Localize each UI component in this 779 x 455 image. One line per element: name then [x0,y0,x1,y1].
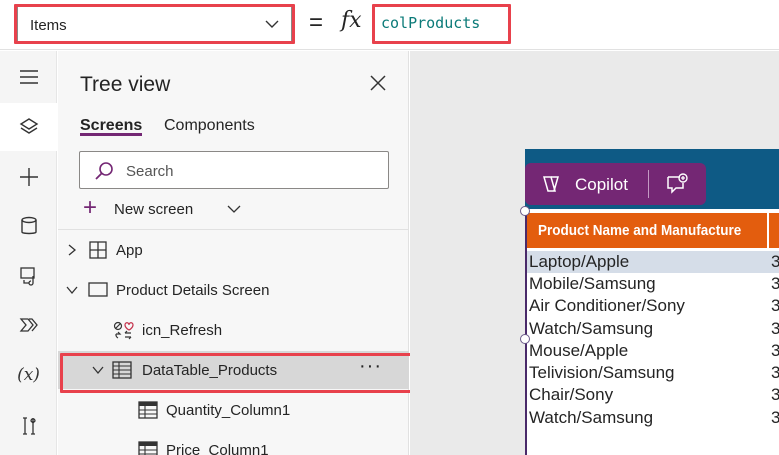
chevron-down-icon [92,366,104,375]
tree-view-panel: Tree view Screens Components Search + Ne… [58,51,419,455]
table-cell: Chair/Sony [529,385,614,404]
table-row[interactable]: Mobile/Samsung 3 [527,273,779,295]
table-row[interactable]: Air Conditioner/Sony 3 [527,295,779,317]
screen-icon [88,282,108,297]
plus-icon: + [83,194,98,221]
tree-node-label: DataTable_Products [142,362,278,379]
table-row[interactable]: Watch/Samsung 3 [527,318,779,340]
table-cell: Air Conditioner/Sony [529,296,685,315]
tab-components[interactable]: Components [164,117,255,135]
table-header: Product Name and Manufacture [527,213,767,248]
left-rail: (x) [0,51,57,455]
search-icon [95,162,113,180]
search-placeholder: Search [126,163,174,180]
table-row[interactable]: Watch/Samsung 3 [527,407,779,429]
chevron-down-icon [66,286,78,295]
table-header-next-column [769,213,779,248]
tree-node-label: Product Details Screen [116,282,270,299]
fx-icon: fx [341,8,362,33]
table-cell: 3 [771,319,779,338]
app-canvas: Copilot Product Name and Manufacture Lap… [410,51,779,455]
table-cell: Mobile/Samsung [529,274,656,293]
database-icon[interactable] [0,202,57,250]
chat-add-icon[interactable] [665,172,689,196]
tree-node-label: Price_Column1 [166,442,269,455]
app-icon [89,241,107,259]
media-icon[interactable] [0,251,57,299]
tree-node-icn-refresh[interactable]: icn_Refresh [58,311,409,349]
copilot-button[interactable]: Copilot [525,163,706,205]
tree-node-app[interactable]: App [58,231,409,269]
tree-node-label: Quantity_Column1 [166,402,291,419]
copilot-label: Copilot [575,175,628,194]
formula-bar: Items = fx colProducts [0,0,779,50]
copilot-icon [543,176,559,192]
tree-node-product-details-screen[interactable]: Product Details Screen [58,271,409,309]
hamburger-icon[interactable] [0,53,57,101]
table-row[interactable]: Laptop/Apple 3 [527,251,779,273]
table-cell: 3 [771,408,779,427]
property-value: Items [30,17,67,34]
table-cell: 3 [771,363,779,382]
column-icon [138,401,158,419]
chevron-down-icon [265,20,279,28]
table-cell: Watch/Samsung [529,408,654,427]
power-automate-icon[interactable] [0,301,57,349]
layers-icon[interactable] [0,103,57,151]
table-row[interactable]: Mouse/Apple 3 [527,340,779,362]
active-tab-underline [80,133,142,136]
tree-node-label: App [116,242,143,259]
icon-control-icon [113,321,134,340]
table-cell: Laptop/Apple [529,252,630,271]
tree-node-datatable-products[interactable]: DataTable_Products ··· [58,351,409,389]
tree-node-quantity-column1[interactable]: Quantity_Column1 [58,391,409,429]
new-screen-label: New screen [114,201,194,218]
column-header-product-name: Product Name and Manufacture [538,222,742,239]
table-cell: 3 [771,296,779,315]
variables-icon[interactable]: (x) [0,351,57,399]
search-input[interactable]: Search [79,151,389,189]
divider [648,170,649,198]
formula-text: colProducts [381,14,481,32]
tree-node-price-column1[interactable]: Price_Column1 [58,431,409,455]
tree-view-title: Tree view [80,73,171,96]
divider [58,229,409,230]
tools-icon[interactable] [0,402,57,450]
table-row[interactable]: Chair/Sony 3 [527,384,779,406]
table-cell: Watch/Samsung [529,319,654,338]
close-icon[interactable] [368,73,388,93]
variables-label: (x) [17,365,40,385]
table-cell: 3 [771,341,779,360]
table-cell: Mouse/Apple [529,341,629,360]
property-dropdown[interactable]: Items [17,6,292,42]
resize-handle-top-left[interactable] [520,206,530,216]
data-table-products[interactable]: Product Name and Manufacture Laptop/Appl… [525,211,779,455]
table-cell: 3 [771,385,779,404]
chevron-right-icon [68,244,77,256]
resize-handle-left[interactable] [520,334,530,344]
table-icon [112,361,132,379]
column-icon [138,441,158,455]
tree-node-label: icn_Refresh [142,322,223,339]
table-cell: 3 [771,274,779,293]
table-row[interactable]: Telivision/Samsung 3 [527,362,779,384]
chevron-down-icon [227,205,241,213]
equals-sign: = [309,9,324,36]
table-cell: 3 [771,252,779,271]
plus-icon[interactable] [0,153,57,201]
more-options-button[interactable]: ··· [359,355,382,378]
table-cell: Telivision/Samsung [529,363,675,382]
formula-input[interactable]: colProducts [372,6,779,42]
